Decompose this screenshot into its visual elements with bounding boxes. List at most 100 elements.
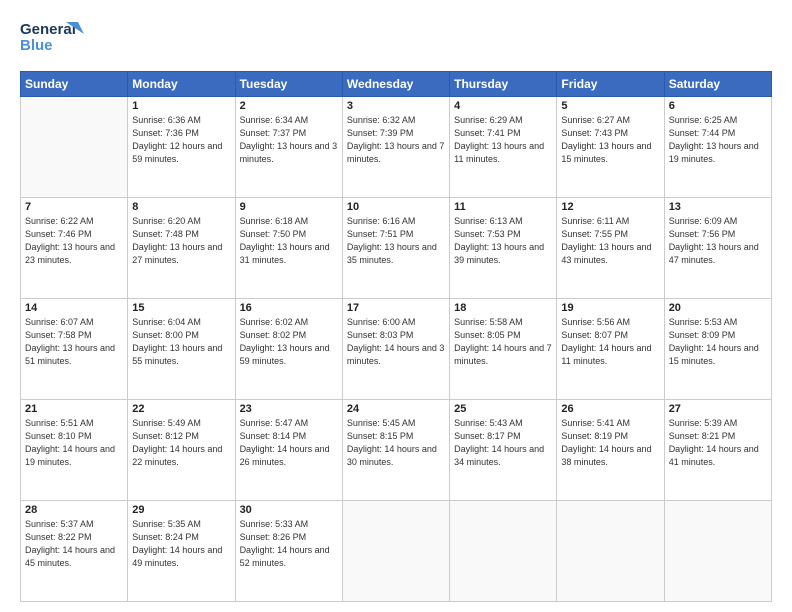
calendar-cell: 5Sunrise: 6:27 AMSunset: 7:43 PMDaylight… [557, 97, 664, 198]
day-info: Sunrise: 6:04 AMSunset: 8:00 PMDaylight:… [132, 316, 230, 368]
calendar-cell [664, 501, 771, 602]
weekday-header-row: SundayMondayTuesdayWednesdayThursdayFrid… [21, 72, 772, 97]
day-number: 25 [454, 403, 552, 415]
calendar-cell: 21Sunrise: 5:51 AMSunset: 8:10 PMDayligh… [21, 400, 128, 501]
weekday-header-cell: Sunday [21, 72, 128, 97]
calendar-cell: 20 Sunrise: 5:53 AMSunset: 8:09 PMDayligh… [664, 299, 771, 400]
calendar-cell: 11 Sunrise: 6:13 AMSunset: 7:53 PMDayligh… [450, 198, 557, 299]
day-info: Sunrise: 6:22 AMSunset: 7:46 PMDaylight:… [25, 215, 123, 267]
day-number: 27 [669, 403, 767, 415]
calendar-cell: 23 Sunrise: 5:47 AMSunset: 8:14 PMDayligh… [235, 400, 342, 501]
calendar-cell: 4 Sunrise: 6:29 AMSunset: 7:41 PMDaylight… [450, 97, 557, 198]
day-number: 1 [132, 100, 230, 112]
day-number: 20 [669, 302, 767, 314]
day-info: Sunrise: 5:49 AMSunset: 8:12 PMDaylight:… [132, 417, 230, 469]
weekday-header-cell: Thursday [450, 72, 557, 97]
calendar-week-row: 7 Sunrise: 6:22 AMSunset: 7:46 PMDaylight… [21, 198, 772, 299]
day-info: Sunrise: 6:34 AMSunset: 7:37 PMDaylight:… [240, 114, 338, 166]
day-info: Sunrise: 6:36 AMSunset: 7:36 PMDaylight:… [132, 114, 230, 166]
day-info: Sunrise: 6:11 AMSunset: 7:55 PMDaylight:… [561, 215, 659, 267]
day-number: 23 [240, 403, 338, 415]
calendar-cell: 29 Sunrise: 5:35 AMSunset: 8:24 PMDayligh… [128, 501, 235, 602]
day-number: 3 [347, 100, 445, 112]
day-info: Sunrise: 5:47 AMSunset: 8:14 PMDaylight:… [240, 417, 338, 469]
day-info: Sunrise: 5:41 AMSunset: 8:19 PMDaylight:… [561, 417, 659, 469]
weekday-header-cell: Saturday [664, 72, 771, 97]
day-number: 24 [347, 403, 445, 415]
calendar-week-row: 21Sunrise: 5:51 AMSunset: 8:10 PMDayligh… [21, 400, 772, 501]
calendar-cell [21, 97, 128, 198]
logo: General Blue [20, 16, 90, 63]
day-info: Sunrise: 6:07 AMSunset: 7:58 PMDaylight:… [25, 316, 123, 368]
day-number: 16 [240, 302, 338, 314]
day-info: Sunrise: 6:25 AMSunset: 7:44 PMDaylight:… [669, 114, 767, 166]
day-info: Sunrise: 5:39 AMSunset: 8:21 PMDaylight:… [669, 417, 767, 469]
calendar-cell: 24 Sunrise: 5:45 AMSunset: 8:15 PMDayligh… [342, 400, 449, 501]
calendar-cell: 28Sunrise: 5:37 AMSunset: 8:22 PMDayligh… [21, 501, 128, 602]
calendar-cell: 18Sunrise: 5:58 AMSunset: 8:05 PMDayligh… [450, 299, 557, 400]
day-number: 26 [561, 403, 659, 415]
calendar-cell [342, 501, 449, 602]
logo-icon: General Blue [20, 16, 90, 58]
day-info: Sunrise: 6:09 AMSunset: 7:56 PMDaylight:… [669, 215, 767, 267]
day-number: 2 [240, 100, 338, 112]
calendar-week-row: 14 Sunrise: 6:07 AMSunset: 7:58 PMDayligh… [21, 299, 772, 400]
day-info: Sunrise: 6:00 AMSunset: 8:03 PMDaylight:… [347, 316, 445, 368]
calendar-table: SundayMondayTuesdayWednesdayThursdayFrid… [20, 71, 772, 602]
calendar-cell [557, 501, 664, 602]
header: General Blue [20, 16, 772, 63]
day-number: 4 [454, 100, 552, 112]
calendar-cell: 17Sunrise: 6:00 AMSunset: 8:03 PMDayligh… [342, 299, 449, 400]
day-number: 9 [240, 201, 338, 213]
day-info: Sunrise: 5:58 AMSunset: 8:05 PMDaylight:… [454, 316, 552, 368]
day-number: 6 [669, 100, 767, 112]
calendar-cell: 7 Sunrise: 6:22 AMSunset: 7:46 PMDaylight… [21, 198, 128, 299]
day-number: 11 [454, 201, 552, 213]
day-info: Sunrise: 5:56 AMSunset: 8:07 PMDaylight:… [561, 316, 659, 368]
day-number: 22 [132, 403, 230, 415]
day-number: 14 [25, 302, 123, 314]
calendar-cell: 1 Sunrise: 6:36 AMSunset: 7:36 PMDaylight… [128, 97, 235, 198]
day-info: Sunrise: 5:53 AMSunset: 8:09 PMDaylight:… [669, 316, 767, 368]
day-number: 30 [240, 504, 338, 516]
page: General Blue SundayMondayTuesdayWednesda… [0, 0, 792, 612]
day-info: Sunrise: 5:45 AMSunset: 8:15 PMDaylight:… [347, 417, 445, 469]
weekday-header-cell: Wednesday [342, 72, 449, 97]
calendar-cell: 8Sunrise: 6:20 AMSunset: 7:48 PMDaylight… [128, 198, 235, 299]
day-number: 13 [669, 201, 767, 213]
calendar-cell [450, 501, 557, 602]
calendar-cell: 26 Sunrise: 5:41 AMSunset: 8:19 PMDayligh… [557, 400, 664, 501]
weekday-header-cell: Friday [557, 72, 664, 97]
day-number: 5 [561, 100, 659, 112]
calendar-cell: 30Sunrise: 5:33 AMSunset: 8:26 PMDayligh… [235, 501, 342, 602]
calendar-cell: 25 Sunrise: 5:43 AMSunset: 8:17 PMDayligh… [450, 400, 557, 501]
day-number: 12 [561, 201, 659, 213]
calendar-cell: 13 Sunrise: 6:09 AMSunset: 7:56 PMDayligh… [664, 198, 771, 299]
day-info: Sunrise: 5:43 AMSunset: 8:17 PMDaylight:… [454, 417, 552, 469]
calendar-cell: 10Sunrise: 6:16 AMSunset: 7:51 PMDayligh… [342, 198, 449, 299]
day-number: 15 [132, 302, 230, 314]
day-info: Sunrise: 6:29 AMSunset: 7:41 PMDaylight:… [454, 114, 552, 166]
calendar-cell: 14 Sunrise: 6:07 AMSunset: 7:58 PMDayligh… [21, 299, 128, 400]
day-number: 29 [132, 504, 230, 516]
svg-text:General: General [20, 21, 76, 38]
calendar-cell: 15 Sunrise: 6:04 AMSunset: 8:00 PMDayligh… [128, 299, 235, 400]
day-info: Sunrise: 6:32 AMSunset: 7:39 PMDaylight:… [347, 114, 445, 166]
calendar-cell: 6 Sunrise: 6:25 AMSunset: 7:44 PMDaylight… [664, 97, 771, 198]
weekday-header-cell: Tuesday [235, 72, 342, 97]
calendar-week-row: 1 Sunrise: 6:36 AMSunset: 7:36 PMDaylight… [21, 97, 772, 198]
svg-text:Blue: Blue [20, 37, 53, 54]
day-info: Sunrise: 6:13 AMSunset: 7:53 PMDaylight:… [454, 215, 552, 267]
weekday-header-cell: Monday [128, 72, 235, 97]
calendar-cell: 27 Sunrise: 5:39 AMSunset: 8:21 PMDayligh… [664, 400, 771, 501]
calendar-cell: 3 Sunrise: 6:32 AMSunset: 7:39 PMDaylight… [342, 97, 449, 198]
day-number: 19 [561, 302, 659, 314]
calendar-cell: 22 Sunrise: 5:49 AMSunset: 8:12 PMDayligh… [128, 400, 235, 501]
calendar-cell: 2 Sunrise: 6:34 AMSunset: 7:37 PMDaylight… [235, 97, 342, 198]
day-number: 7 [25, 201, 123, 213]
calendar-body: 1 Sunrise: 6:36 AMSunset: 7:36 PMDaylight… [21, 97, 772, 602]
calendar-cell: 9 Sunrise: 6:18 AMSunset: 7:50 PMDaylight… [235, 198, 342, 299]
day-number: 21 [25, 403, 123, 415]
day-info: Sunrise: 6:18 AMSunset: 7:50 PMDaylight:… [240, 215, 338, 267]
day-info: Sunrise: 5:35 AMSunset: 8:24 PMDaylight:… [132, 518, 230, 570]
